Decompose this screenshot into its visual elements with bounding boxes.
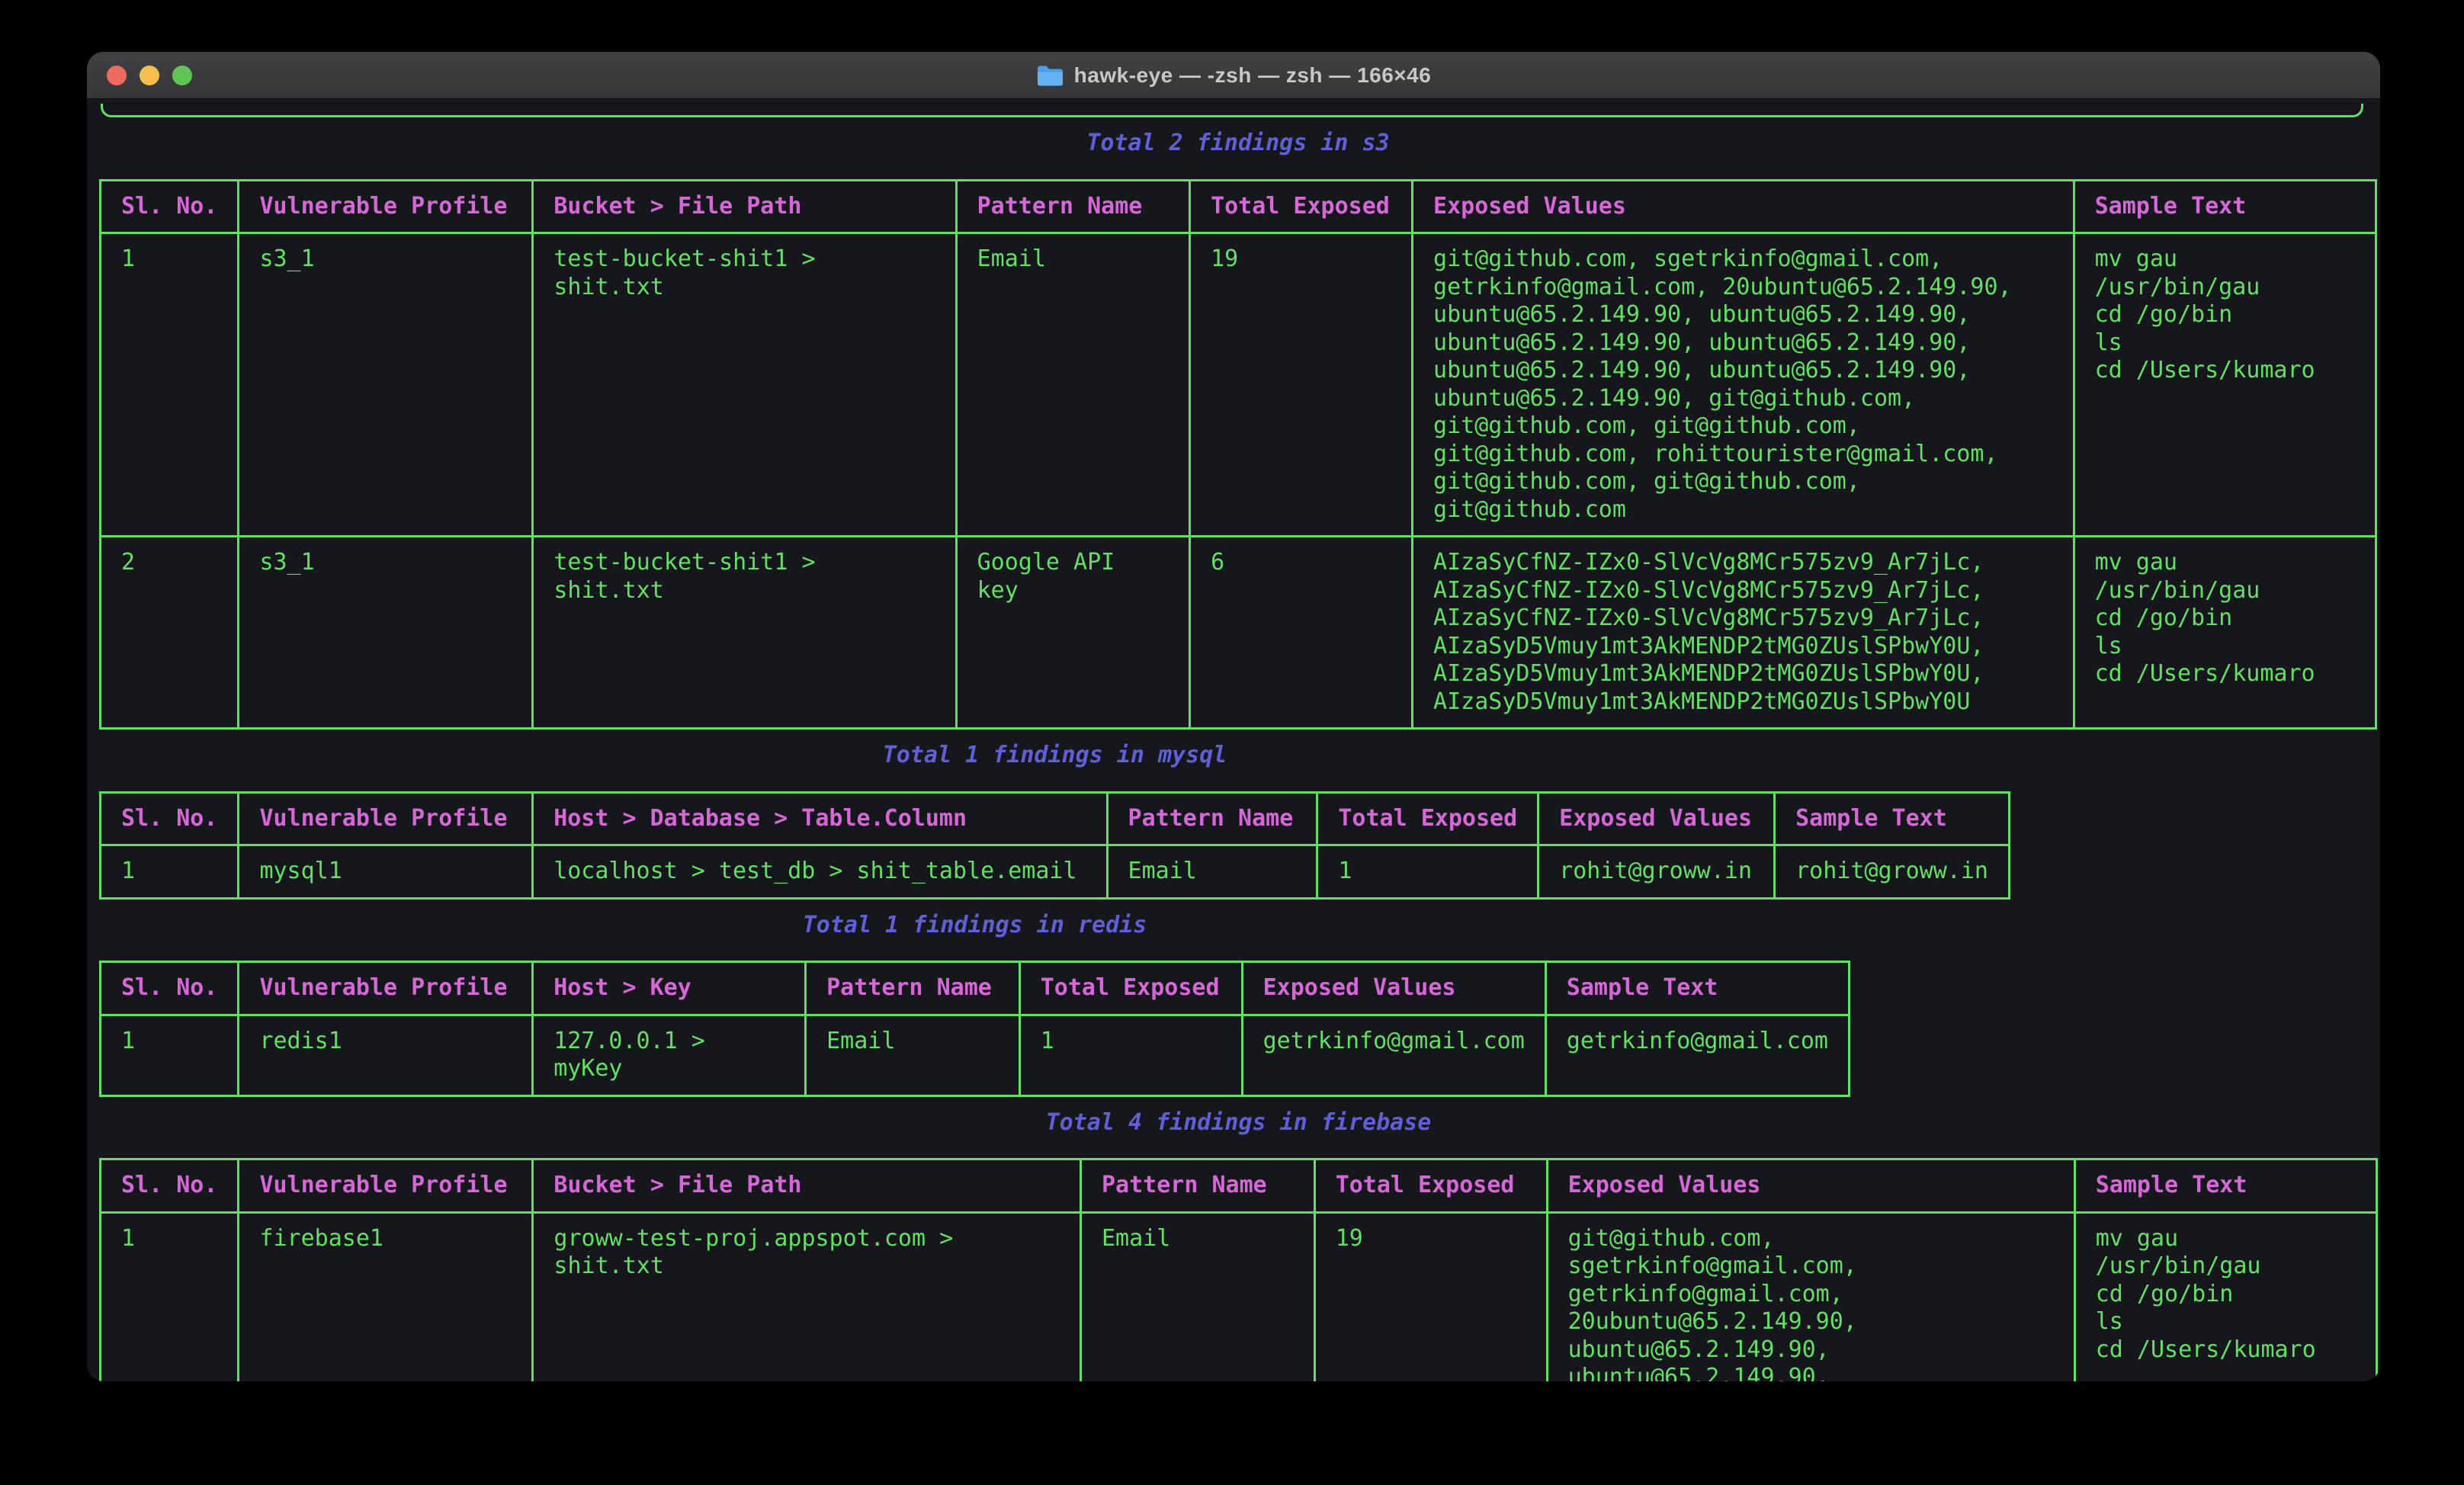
column-header: Pattern Name <box>1107 792 1317 845</box>
cell-pattern-name: Email <box>806 1015 1020 1095</box>
titlebar[interactable]: hawk-eye — -zsh — zsh — 166×46 <box>87 52 2380 99</box>
cell-bucket-file-path: test-bucket-shit1 > shit.txt <box>533 537 956 729</box>
window-title-text: hawk-eye — -zsh — zsh — 166×46 <box>1074 63 1432 88</box>
section-heading: Total 2 findings in s3 <box>99 130 2377 158</box>
column-header: Sl. No. <box>101 1159 239 1213</box>
cell-sample-text: mv gau /usr/bin/gau cd /go/bin ls cd /Us… <box>2074 233 2376 537</box>
column-header: Pattern Name <box>956 180 1189 233</box>
section-heading: Total 4 findings in firebase <box>99 1109 2378 1137</box>
cell-sl-no: 1 <box>101 233 239 537</box>
column-header: Sl. No. <box>101 962 239 1015</box>
window-title: hawk-eye — -zsh — zsh — 166×46 <box>1036 63 1432 88</box>
table-row: 2 s3_1 test-bucket-shit1 > shit.txt Goog… <box>101 537 2376 729</box>
cell-vulnerable-profile: s3_1 <box>239 537 533 729</box>
column-header: Pattern Name <box>1080 1159 1314 1213</box>
column-header: Exposed Values <box>1413 180 2074 233</box>
cell-sample-text: mv gau /usr/bin/gau cd /go/bin ls cd /Us… <box>2074 537 2376 729</box>
column-header: Exposed Values <box>1547 1159 2074 1213</box>
column-header: Sl. No. <box>101 180 239 233</box>
column-header: Bucket > File Path <box>533 1159 1081 1213</box>
table-header-row: Sl. No. Vulnerable Profile Bucket > File… <box>101 180 2376 233</box>
column-header: Vulnerable Profile <box>239 962 533 1015</box>
cell-sl-no: 1 <box>101 1212 239 1381</box>
section-redis: Total 1 findings in redis Sl. No. Vulner… <box>99 912 1850 1097</box>
column-header: Host > Key <box>533 962 806 1015</box>
cell-host-db-column: localhost > test_db > shit_table.email <box>533 845 1107 899</box>
cell-exposed-values: rohit@groww.in <box>1538 845 1775 899</box>
table-header-row: Sl. No. Vulnerable Profile Host > Databa… <box>101 792 2010 845</box>
column-header: Sample Text <box>2074 180 2376 233</box>
cell-total-exposed: 1 <box>1019 1015 1242 1095</box>
findings-table-s3: Sl. No. Vulnerable Profile Bucket > File… <box>99 179 2377 730</box>
cell-bucket-file-path: groww-test-proj.appspot.com > shit.txt <box>533 1212 1081 1381</box>
cell-exposed-values: getrkinfo@gmail.com <box>1242 1015 1545 1095</box>
cell-vulnerable-profile: s3_1 <box>239 233 533 537</box>
cell-bucket-file-path: test-bucket-shit1 > shit.txt <box>533 233 956 537</box>
section-heading: Total 1 findings in mysql <box>99 742 2010 770</box>
column-header: Total Exposed <box>1190 180 1413 233</box>
column-header: Host > Database > Table.Column <box>533 792 1107 845</box>
column-header: Vulnerable Profile <box>239 180 533 233</box>
previous-table-bottom-border <box>101 104 2363 117</box>
cell-vulnerable-profile: mysql1 <box>239 845 533 899</box>
column-header: Total Exposed <box>1314 1159 1547 1213</box>
cell-pattern-name: Google API key <box>956 537 1189 729</box>
cell-total-exposed: 1 <box>1317 845 1538 899</box>
column-header: Exposed Values <box>1538 792 1775 845</box>
cell-pattern-name: Email <box>1107 845 1317 899</box>
column-header: Sample Text <box>1545 962 1849 1015</box>
cell-host-key: 127.0.0.1 > myKey <box>533 1015 806 1095</box>
table-header-row: Sl. No. Vulnerable Profile Bucket > File… <box>101 1159 2377 1213</box>
table-row: 1 mysql1 localhost > test_db > shit_tabl… <box>101 845 2010 899</box>
column-header: Exposed Values <box>1242 962 1545 1015</box>
minimize-button[interactable] <box>140 66 159 85</box>
column-header: Vulnerable Profile <box>239 792 533 845</box>
column-header: Sample Text <box>2074 1159 2376 1213</box>
table-row: 1 redis1 127.0.0.1 > myKey Email 1 getrk… <box>101 1015 1850 1095</box>
cell-pattern-name: Email <box>1080 1212 1314 1381</box>
column-header: Sl. No. <box>101 792 239 845</box>
cell-total-exposed: 19 <box>1190 233 1413 537</box>
traffic-lights <box>107 52 192 98</box>
cell-exposed-values: AIzaSyCfNZ-IZx0-SlVcVg8MCr575zv9_Ar7jLc,… <box>1413 537 2074 729</box>
terminal-screen[interactable]: Total 2 findings in s3 Sl. No. Vulnerabl… <box>87 99 2380 1381</box>
cell-pattern-name: Email <box>956 233 1189 537</box>
column-header: Bucket > File Path <box>533 180 956 233</box>
column-header: Vulnerable Profile <box>239 1159 533 1213</box>
findings-table-redis: Sl. No. Vulnerable Profile Host > Key Pa… <box>99 961 1850 1097</box>
findings-table-firebase: Sl. No. Vulnerable Profile Bucket > File… <box>99 1158 2378 1381</box>
cell-sample-text: mv gau /usr/bin/gau cd /go/bin ls cd /Us… <box>2074 1212 2376 1381</box>
cell-total-exposed: 19 <box>1314 1212 1547 1381</box>
cell-sample-text: rohit@groww.in <box>1775 845 2010 899</box>
cell-sl-no: 2 <box>101 537 239 729</box>
table-row: 1 s3_1 test-bucket-shit1 > shit.txt Emai… <box>101 233 2376 537</box>
table-header-row: Sl. No. Vulnerable Profile Host > Key Pa… <box>101 962 1850 1015</box>
cell-exposed-values: git@github.com, sgetrkinfo@gmail.com, ge… <box>1547 1212 2074 1381</box>
cell-sample-text: getrkinfo@gmail.com <box>1545 1015 1849 1095</box>
cell-vulnerable-profile: firebase1 <box>239 1212 533 1381</box>
section-heading: Total 1 findings in redis <box>99 912 1850 940</box>
folder-icon <box>1036 64 1064 87</box>
cell-sl-no: 1 <box>101 1015 239 1095</box>
terminal-window: hawk-eye — -zsh — zsh — 166×46 Total 2 f… <box>87 52 2380 1381</box>
close-button[interactable] <box>107 66 127 85</box>
column-header: Total Exposed <box>1019 962 1242 1015</box>
section-firebase: Total 4 findings in firebase Sl. No. Vul… <box>99 1109 2378 1382</box>
column-header: Total Exposed <box>1317 792 1538 845</box>
section-s3: Total 2 findings in s3 Sl. No. Vulnerabl… <box>99 130 2377 730</box>
zoom-button[interactable] <box>172 66 192 85</box>
cell-exposed-values: git@github.com, sgetrkinfo@gmail.com, ge… <box>1413 233 2074 537</box>
findings-table-mysql: Sl. No. Vulnerable Profile Host > Databa… <box>99 791 2010 900</box>
table-row: 1 firebase1 groww-test-proj.appspot.com … <box>101 1212 2377 1381</box>
cell-sl-no: 1 <box>101 845 239 899</box>
section-mysql: Total 1 findings in mysql Sl. No. Vulner… <box>99 742 2010 900</box>
column-header: Sample Text <box>1775 792 2010 845</box>
cell-vulnerable-profile: redis1 <box>239 1015 533 1095</box>
column-header: Pattern Name <box>806 962 1020 1015</box>
cell-total-exposed: 6 <box>1190 537 1413 729</box>
